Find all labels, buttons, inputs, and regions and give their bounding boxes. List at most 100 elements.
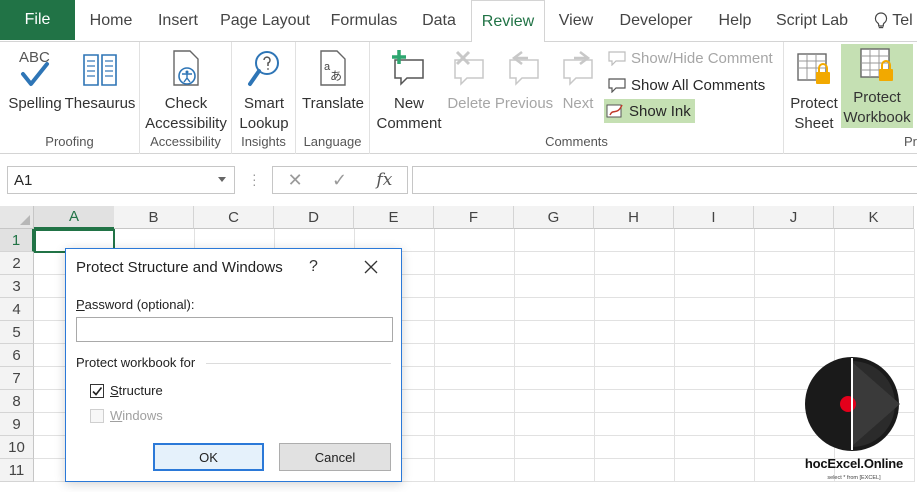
cell-g8[interactable] bbox=[515, 390, 595, 413]
column-header-i[interactable]: I bbox=[674, 206, 754, 229]
tab-help[interactable]: Help bbox=[710, 0, 760, 42]
cell-j5[interactable] bbox=[755, 321, 835, 344]
cell-f8[interactable] bbox=[435, 390, 515, 413]
tab-file[interactable]: File bbox=[0, 0, 75, 40]
cell-g3[interactable] bbox=[515, 275, 595, 298]
cell-g10[interactable] bbox=[515, 436, 595, 459]
column-header-e[interactable]: E bbox=[354, 206, 434, 229]
cell-h7[interactable] bbox=[595, 367, 675, 390]
help-icon[interactable]: ? bbox=[309, 258, 318, 276]
cell-f5[interactable] bbox=[435, 321, 515, 344]
cell-g6[interactable] bbox=[515, 344, 595, 367]
protect-sheet-button[interactable]: Protect Sheet bbox=[786, 44, 842, 134]
cell-i6[interactable] bbox=[675, 344, 755, 367]
column-header-h[interactable]: H bbox=[594, 206, 674, 229]
column-header-g[interactable]: G bbox=[514, 206, 594, 229]
next-comment-button[interactable]: Next bbox=[556, 44, 600, 114]
cell-k3[interactable] bbox=[835, 275, 915, 298]
cancel-entry-icon[interactable]: ✕ bbox=[288, 170, 303, 191]
structure-checkbox-row[interactable]: Structure bbox=[90, 383, 163, 398]
tab-review[interactable]: Review bbox=[471, 0, 545, 43]
row-header-8[interactable]: 8 bbox=[0, 390, 34, 413]
cell-i4[interactable] bbox=[675, 298, 755, 321]
column-header-f[interactable]: F bbox=[434, 206, 514, 229]
cell-f3[interactable] bbox=[435, 275, 515, 298]
cell-i3[interactable] bbox=[675, 275, 755, 298]
name-box[interactable]: A1 bbox=[7, 166, 235, 194]
row-header-1[interactable]: 1 bbox=[0, 229, 34, 252]
cell-f2[interactable] bbox=[435, 252, 515, 275]
show-hide-comment-button[interactable]: Show/Hide Comment bbox=[606, 46, 777, 70]
tab-view[interactable]: View bbox=[552, 0, 600, 42]
column-header-d[interactable]: D bbox=[274, 206, 354, 229]
thesaurus-button[interactable]: Thesaurus bbox=[64, 44, 136, 114]
cell-h9[interactable] bbox=[595, 413, 675, 436]
cell-h1[interactable] bbox=[595, 229, 675, 252]
new-comment-button[interactable]: New Comment bbox=[374, 44, 444, 134]
cancel-button[interactable]: Cancel bbox=[279, 443, 391, 471]
tab-page-layout[interactable]: Page Layout bbox=[216, 0, 314, 42]
cell-f6[interactable] bbox=[435, 344, 515, 367]
tab-insert[interactable]: Insert bbox=[150, 0, 206, 42]
row-header-9[interactable]: 9 bbox=[0, 413, 34, 436]
column-header-j[interactable]: J bbox=[754, 206, 834, 229]
ok-button[interactable]: OK bbox=[153, 443, 264, 471]
cell-h4[interactable] bbox=[595, 298, 675, 321]
formula-bar-grip[interactable]: · · · bbox=[252, 167, 257, 191]
cell-j2[interactable] bbox=[755, 252, 835, 275]
cell-g7[interactable] bbox=[515, 367, 595, 390]
cell-i2[interactable] bbox=[675, 252, 755, 275]
cell-f10[interactable] bbox=[435, 436, 515, 459]
cell-f11[interactable] bbox=[435, 459, 515, 482]
cell-j4[interactable] bbox=[755, 298, 835, 321]
cell-f1[interactable] bbox=[435, 229, 515, 252]
cell-h8[interactable] bbox=[595, 390, 675, 413]
row-header-3[interactable]: 3 bbox=[0, 275, 34, 298]
row-header-2[interactable]: 2 bbox=[0, 252, 34, 275]
cell-i8[interactable] bbox=[675, 390, 755, 413]
cell-g5[interactable] bbox=[515, 321, 595, 344]
cell-h10[interactable] bbox=[595, 436, 675, 459]
chevron-down-icon[interactable] bbox=[218, 177, 226, 182]
previous-comment-button[interactable]: Previous bbox=[494, 44, 554, 114]
cell-g2[interactable] bbox=[515, 252, 595, 275]
row-header-10[interactable]: 10 bbox=[0, 436, 34, 459]
cell-g9[interactable] bbox=[515, 413, 595, 436]
tab-formulas[interactable]: Formulas bbox=[324, 0, 404, 42]
tab-script-lab[interactable]: Script Lab bbox=[770, 0, 854, 42]
cell-k5[interactable] bbox=[835, 321, 915, 344]
check-accessibility-button[interactable]: Check Accessibility bbox=[144, 44, 228, 134]
insert-function-icon[interactable]: fx bbox=[376, 170, 392, 190]
cell-h5[interactable] bbox=[595, 321, 675, 344]
row-header-4[interactable]: 4 bbox=[0, 298, 34, 321]
cell-i10[interactable] bbox=[675, 436, 755, 459]
cell-i11[interactable] bbox=[675, 459, 755, 482]
column-header-b[interactable]: B bbox=[114, 206, 194, 229]
cell-k2[interactable] bbox=[835, 252, 915, 275]
cell-i7[interactable] bbox=[675, 367, 755, 390]
cell-f9[interactable] bbox=[435, 413, 515, 436]
row-header-11[interactable]: 11 bbox=[0, 459, 34, 482]
cell-f7[interactable] bbox=[435, 367, 515, 390]
cell-j1[interactable] bbox=[755, 229, 835, 252]
cell-g1[interactable] bbox=[515, 229, 595, 252]
tab-developer[interactable]: Developer bbox=[612, 0, 700, 42]
cell-k4[interactable] bbox=[835, 298, 915, 321]
tab-home[interactable]: Home bbox=[82, 0, 140, 42]
close-icon[interactable] bbox=[363, 259, 379, 275]
formula-input[interactable] bbox=[412, 166, 917, 194]
password-input[interactable] bbox=[76, 317, 393, 342]
show-ink-button[interactable]: Show Ink bbox=[604, 99, 695, 123]
structure-checkbox[interactable] bbox=[90, 383, 104, 398]
row-header-5[interactable]: 5 bbox=[0, 321, 34, 344]
tell-me-box[interactable]: Tel bbox=[870, 0, 917, 42]
cell-h6[interactable] bbox=[595, 344, 675, 367]
cell-h3[interactable] bbox=[595, 275, 675, 298]
column-header-a[interactable]: A bbox=[34, 206, 115, 229]
row-header-6[interactable]: 6 bbox=[0, 344, 34, 367]
cell-f4[interactable] bbox=[435, 298, 515, 321]
cell-i9[interactable] bbox=[675, 413, 755, 436]
cell-h11[interactable] bbox=[595, 459, 675, 482]
delete-comment-button[interactable]: Delete bbox=[444, 44, 494, 114]
row-header-7[interactable]: 7 bbox=[0, 367, 34, 390]
